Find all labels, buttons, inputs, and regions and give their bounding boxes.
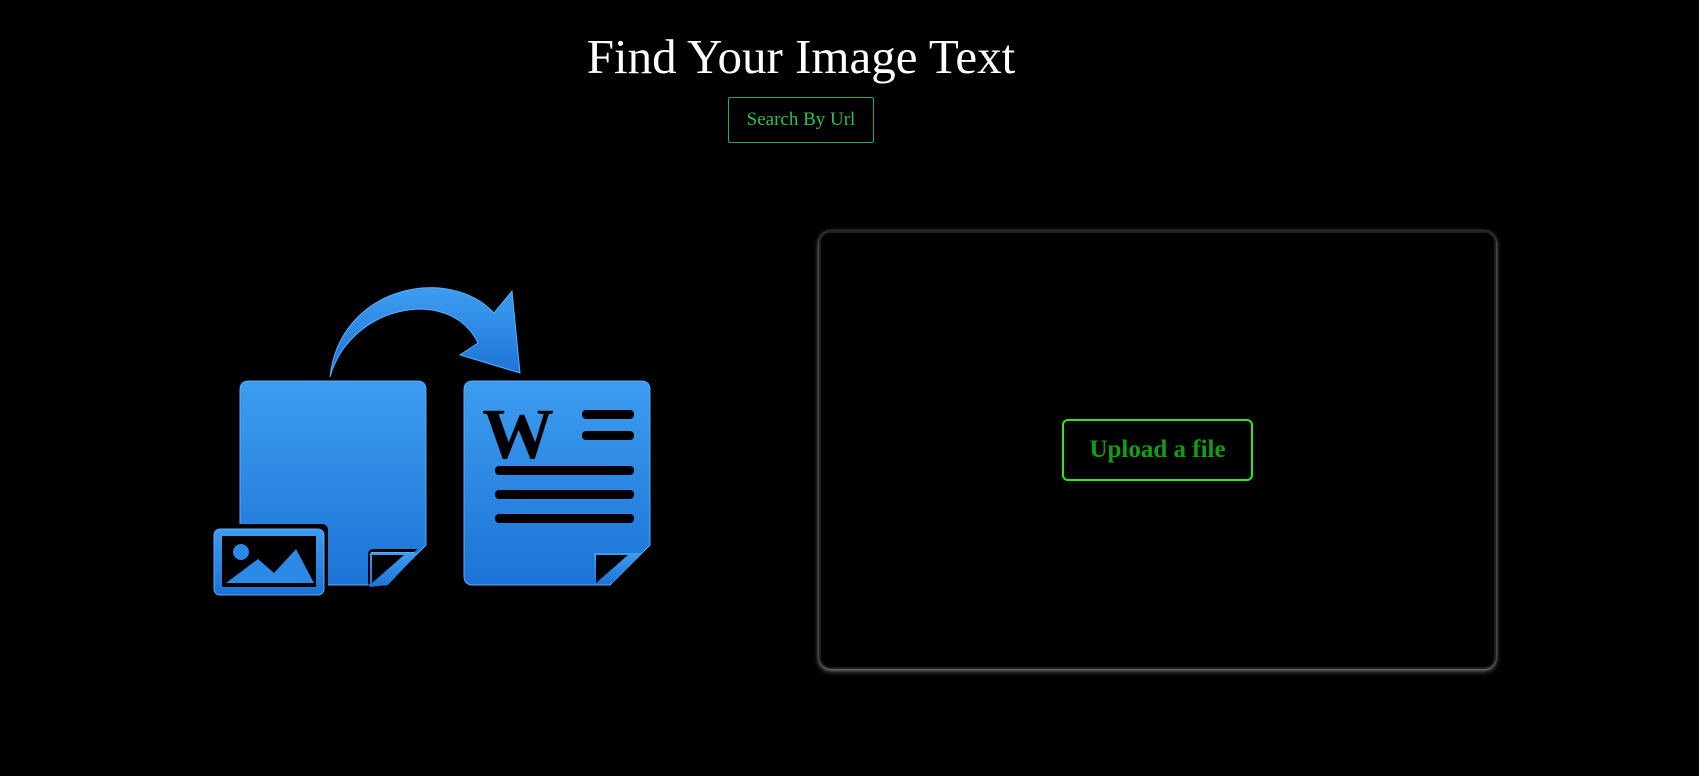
text-document-icon: W xyxy=(463,380,651,586)
curved-arrow-icon xyxy=(329,287,521,378)
image-file-icon xyxy=(208,380,427,600)
upload-file-button[interactable]: Upload a file xyxy=(1062,419,1253,481)
image-to-document-icon: W xyxy=(200,285,670,610)
document-letter: W xyxy=(482,394,554,474)
search-by-url-button[interactable]: Search By Url xyxy=(728,97,874,143)
page-title: Find Your Image Text xyxy=(586,29,1016,84)
